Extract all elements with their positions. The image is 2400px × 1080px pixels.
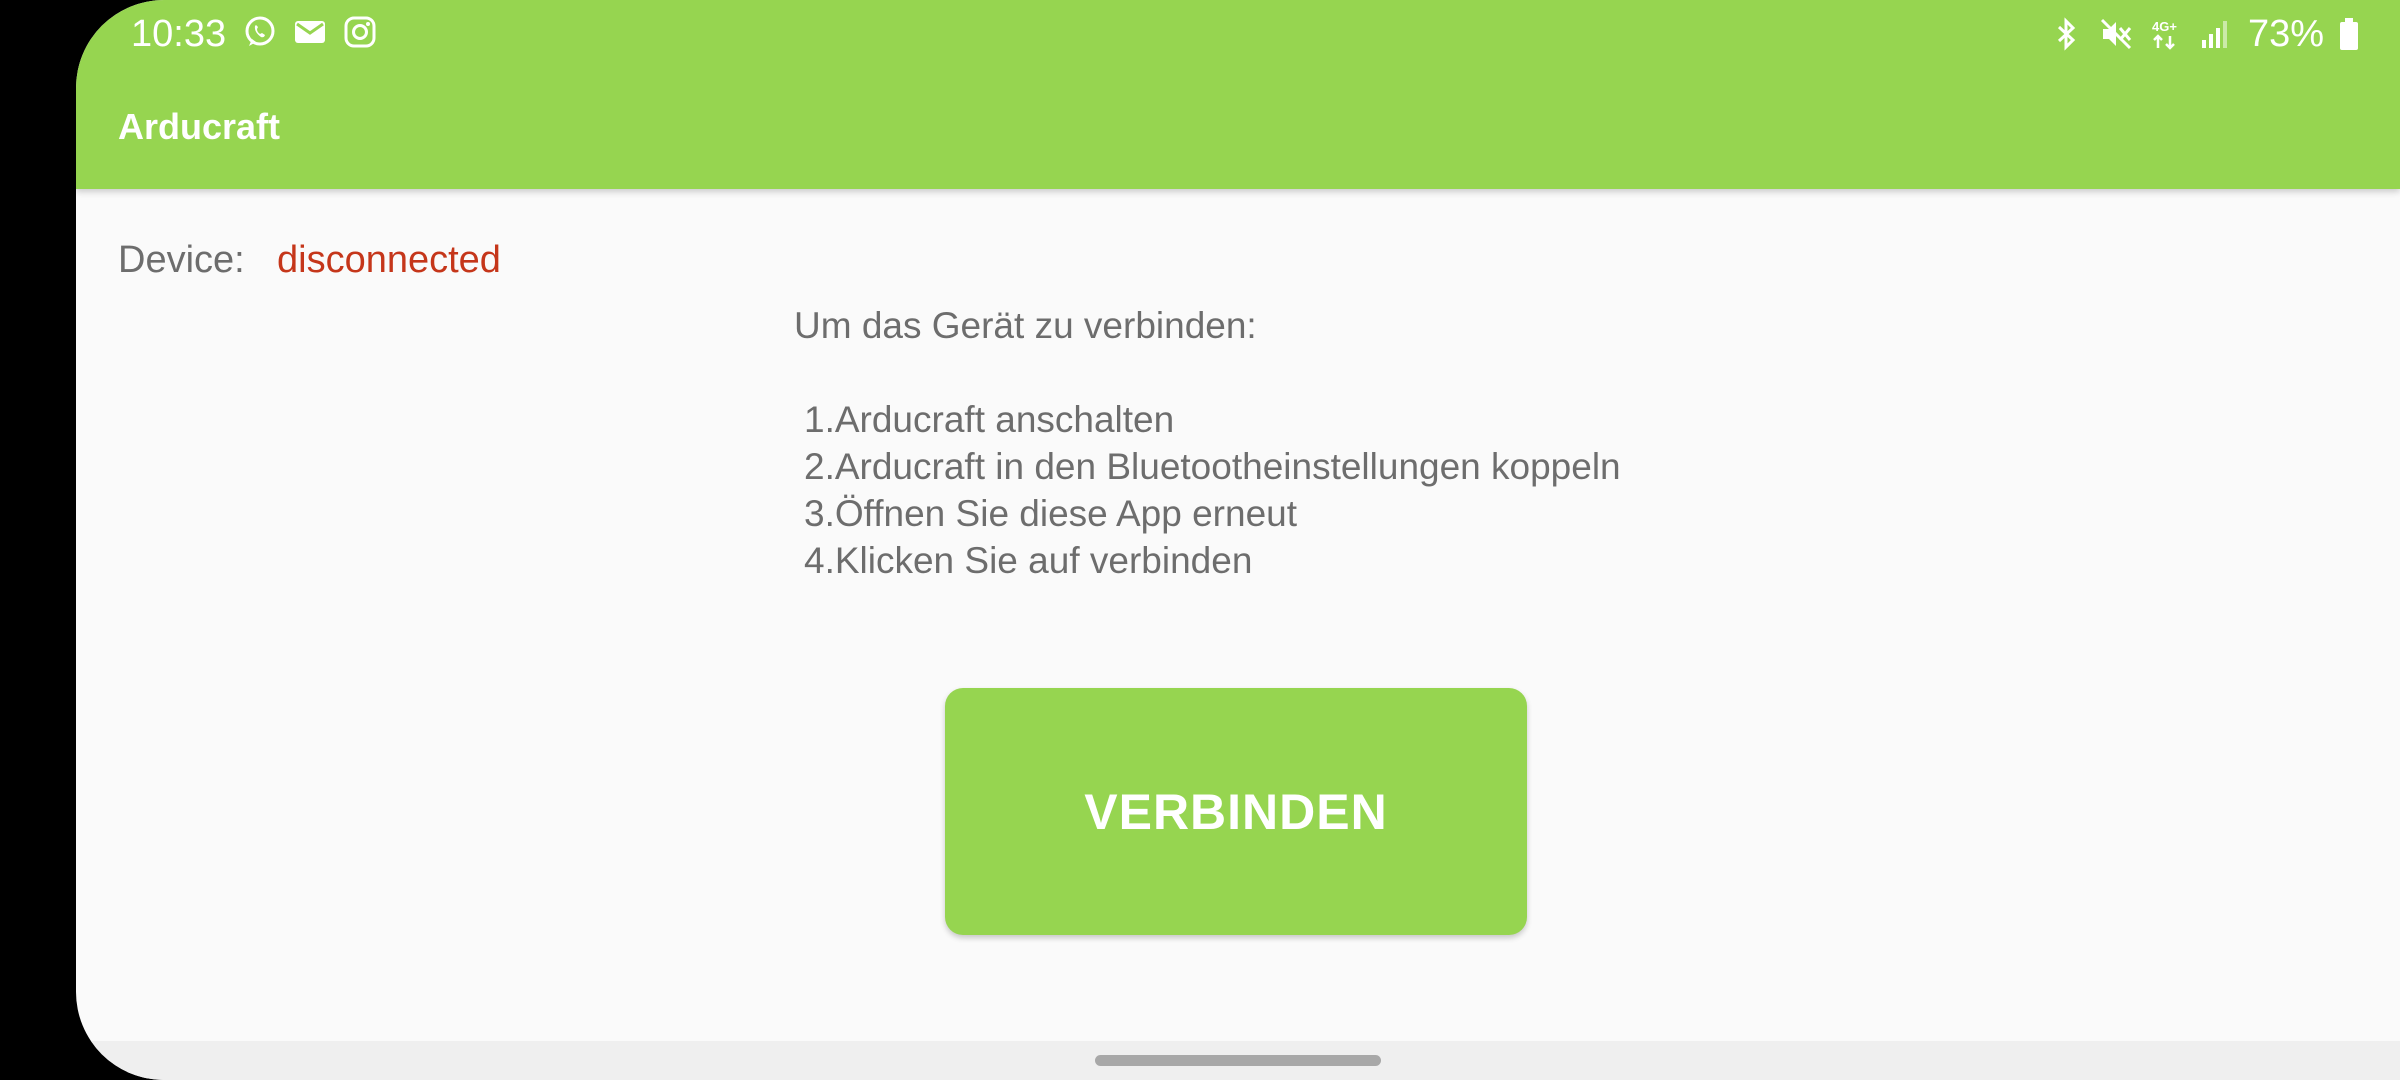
device-status: disconnected — [277, 239, 501, 281]
system-status-icons: 4G+ 73% — [2048, 12, 2360, 56]
svg-text:4G+: 4G+ — [2152, 19, 2177, 34]
mute-icon — [2098, 16, 2134, 52]
whatsapp-icon — [242, 14, 278, 50]
instruction-step: 1.Arducraft anschalten — [804, 399, 1175, 440]
email-icon — [292, 14, 328, 50]
app-title: Arducraft — [118, 106, 281, 147]
instruction-step: 4.Klicken Sie auf verbinden — [804, 540, 1253, 581]
battery-icon — [2338, 16, 2360, 52]
4g-icon: 4G+ — [2148, 16, 2184, 52]
instruction-step: 3.Öffnen Sie diese App erneut — [804, 493, 1298, 534]
signal-icon — [2198, 16, 2234, 52]
app-bar: 10:33 4G+ 73% Arducraft — [76, 0, 2400, 189]
status-time: 10:33 — [131, 13, 227, 55]
bluetooth-icon — [2048, 16, 2084, 52]
instruction-step: 2.Arducraft in den Bluetootheinstellunge… — [804, 446, 1621, 487]
battery-percentage: 73% — [2247, 13, 2324, 55]
app-screen: 10:33 4G+ 73% Arducraft Device: disconne… — [76, 0, 2400, 1080]
instagram-icon — [342, 14, 378, 50]
notification-icons — [242, 14, 378, 50]
device-label: Device: — [118, 239, 245, 281]
instructions-heading: Um das Gerät zu verbinden: — [794, 305, 1257, 346]
connection-instructions: Um das Gerät zu verbinden: 1.Arducraft a… — [794, 302, 1621, 584]
connect-button[interactable]: VERBINDEN — [945, 688, 1527, 935]
home-gesture-handle[interactable] — [1095, 1055, 1381, 1066]
